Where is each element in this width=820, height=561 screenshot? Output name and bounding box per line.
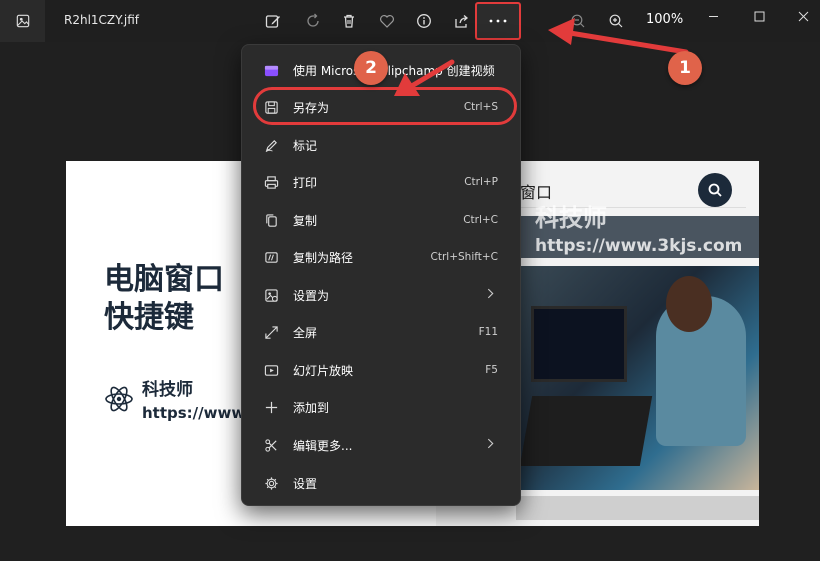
favorite-icon[interactable] [376,10,398,32]
image-bottom-strip [516,496,759,520]
menu-item-copy-path[interactable]: 复制为路径 Ctrl+Shift+C [252,240,512,274]
menu-item-shortcut: F11 [478,326,498,338]
more-options-button[interactable] [475,2,521,40]
close-icon[interactable] [793,6,813,26]
menu-item-shortcut: Ctrl+P [464,176,498,188]
share-icon[interactable] [451,10,473,32]
menu-item-edit-more[interactable]: 编辑更多... [252,428,512,462]
menu-item-fullscreen[interactable]: 全屏 F11 [252,315,512,349]
menu-item-label: 添加到 [293,400,330,415]
watermark-url: https://www.3kjs.com [535,236,743,256]
zoom-in-icon[interactable] [605,10,627,32]
menu-item-label: 设置为 [293,288,330,303]
menu-item-label: 标记 [293,138,318,153]
chevron-right-icon [487,437,494,453]
step-2-badge: 2 [354,51,388,85]
brand-name: 科技师 [142,380,193,400]
photo-monitor [531,306,627,382]
save-as-highlight [253,87,517,125]
watermark-name: 科技师 [535,204,607,232]
menu-item-label: 编辑更多... [293,438,353,453]
menu-item-set-as[interactable]: 设置为 [252,278,512,312]
menu-item-shortcut: Ctrl+Shift+C [430,251,498,263]
chevron-right-icon [487,287,494,303]
menu-item-label: 使用 Microsoft Clipchamp 创建视频 [293,63,495,78]
menu-item-label: 打印 [293,175,318,190]
menu-item-print[interactable]: 打印 Ctrl+P [252,165,512,199]
photos-app-icon[interactable] [0,0,45,42]
settings-icon [262,474,280,492]
rotate-icon[interactable] [302,10,324,32]
image-title-line2: 快捷键 [104,300,194,335]
zoom-out-icon[interactable] [567,10,589,32]
copy-path-icon [262,248,280,266]
delete-icon[interactable] [338,10,360,32]
title-bar: R2hl1CZY.jfif 100% [0,0,820,42]
menu-item-label: 全屏 [293,325,318,340]
menu-item-add-to[interactable]: 添加到 [252,390,512,424]
menu-item-shortcut: F5 [485,364,498,376]
photo-laptop [519,396,653,466]
menu-item-label: 设置 [293,476,318,491]
menu-item-slideshow[interactable]: 幻灯片放映 F5 [252,353,512,387]
menu-item-label: 复制 [293,213,318,228]
image-photo [516,266,759,490]
maximize-icon[interactable] [749,6,769,26]
zoom-level[interactable]: 100% [646,12,683,27]
fullscreen-icon [262,323,280,341]
image-brand: 科技师 https://www [104,375,245,422]
brand-url: https://www [142,404,246,422]
menu-item-settings[interactable]: 设置 [252,466,512,500]
info-icon[interactable] [413,10,435,32]
markup-icon [262,136,280,154]
clipchamp-icon [262,61,280,79]
edit-more-icon [262,436,280,454]
copy-icon [262,211,280,229]
print-icon [262,173,280,191]
file-name: R2hl1CZY.jfif [64,13,139,27]
menu-item-markup[interactable]: 标记 [252,128,512,162]
edit-image-icon[interactable] [262,10,284,32]
photo-head [666,276,712,332]
set-as-icon [262,286,280,304]
menu-item-label: 复制为路径 [293,250,354,265]
image-search-icon [698,173,732,207]
add-icon [262,398,280,416]
more-icon [489,19,507,23]
menu-item-shortcut: Ctrl+C [463,214,498,226]
slideshow-icon [262,361,280,379]
image-title: 电脑窗口 快捷键 [104,261,224,337]
image-title-line1: 电脑窗口 [104,262,224,297]
atom-logo-icon [105,386,133,411]
menu-item-copy[interactable]: 复制 Ctrl+C [252,203,512,237]
minimize-icon[interactable] [703,6,723,26]
menu-item-label: 幻灯片放映 [293,363,354,378]
step-1-badge: 1 [668,51,702,85]
